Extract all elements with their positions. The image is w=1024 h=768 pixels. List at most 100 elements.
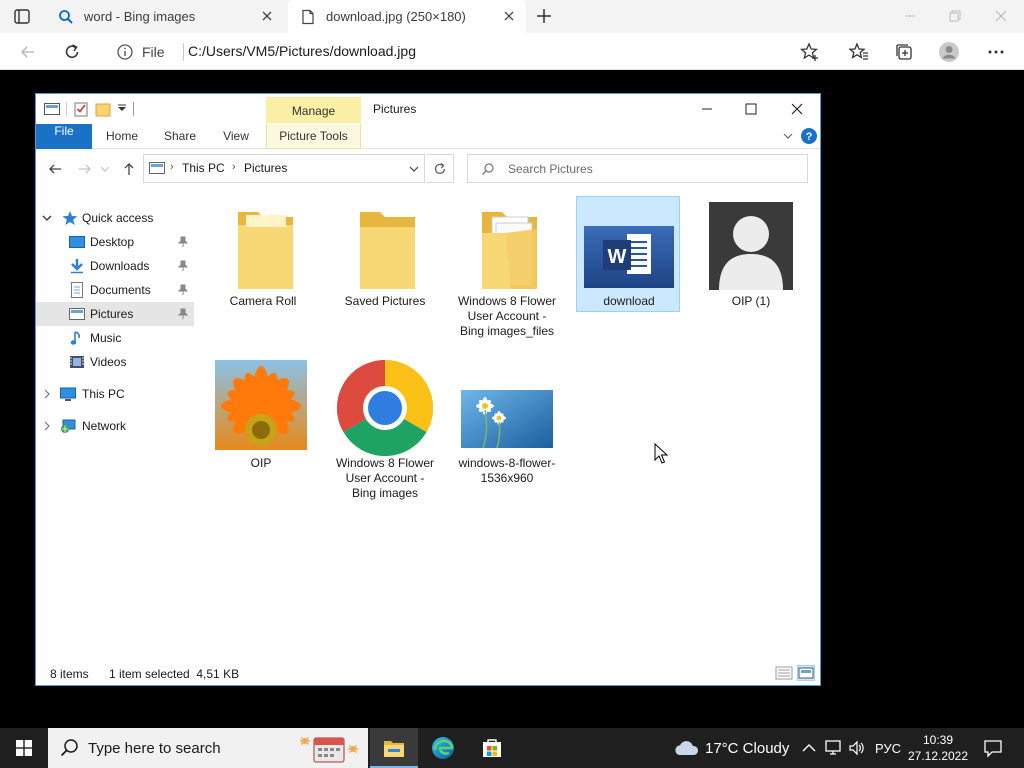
details-view-icon[interactable] xyxy=(775,665,793,681)
collections-icon[interactable] xyxy=(893,41,915,63)
taskbar-file-explorer[interactable] xyxy=(370,728,418,768)
refresh-button[interactable] xyxy=(426,154,454,183)
breadcrumb-pictures[interactable]: Pictures xyxy=(244,161,287,175)
close-icon[interactable] xyxy=(789,101,805,117)
file-item-oip[interactable]: OIP xyxy=(209,360,313,470)
file-item-windows-8-flower[interactable]: windows-8-flower-1536x960 xyxy=(455,360,559,490)
manage-tab[interactable]: Manage xyxy=(266,97,361,123)
search-input[interactable]: Search Pictures xyxy=(467,154,808,183)
input-language[interactable]: РУС xyxy=(875,741,901,756)
up-arrow-icon[interactable] xyxy=(121,161,137,177)
minimize-icon[interactable] xyxy=(699,101,715,117)
search-icon xyxy=(481,162,495,176)
new-folder-icon[interactable] xyxy=(95,101,111,117)
notifications-icon[interactable] xyxy=(983,738,1003,758)
back-arrow-icon[interactable] xyxy=(47,161,63,177)
file-item-camera-roll[interactable]: Camera Roll xyxy=(211,198,315,308)
chevron-down-icon[interactable] xyxy=(782,130,794,142)
chevron-down-icon[interactable] xyxy=(408,163,420,175)
star-icon xyxy=(62,210,78,226)
window-menu-icon[interactable] xyxy=(44,102,60,116)
help-icon[interactable]: ? xyxy=(801,128,817,144)
sidebar-item-desktop[interactable]: Desktop xyxy=(36,230,194,254)
sidebar-item-network[interactable]: Network xyxy=(36,414,194,438)
close-icon[interactable] xyxy=(500,7,518,25)
tab-share[interactable]: Share xyxy=(156,124,204,149)
pin-icon[interactable] xyxy=(177,260,189,272)
close-icon[interactable] xyxy=(258,7,276,25)
tab-download-jpg[interactable]: download.jpg (250×180) xyxy=(288,0,526,33)
sidebar-item-this-pc[interactable]: This PC xyxy=(36,382,194,406)
window-title: Pictures xyxy=(373,102,417,116)
restore-icon[interactable] xyxy=(947,8,963,24)
videos-icon xyxy=(69,354,85,370)
profile-avatar-icon[interactable] xyxy=(938,41,960,63)
pin-icon[interactable] xyxy=(177,284,189,296)
address-bar-url[interactable]: C:/Users/VM5/Pictures/download.jpg xyxy=(188,43,416,59)
tab-view[interactable]: View xyxy=(214,124,258,149)
sidebar-item-videos[interactable]: Videos xyxy=(36,350,194,374)
back-arrow-icon[interactable] xyxy=(18,42,38,62)
sidebar-item-label: Music xyxy=(90,331,122,345)
weather-text[interactable]: 17°C Cloudy xyxy=(705,740,789,757)
properties-icon[interactable] xyxy=(73,101,89,117)
breadcrumb-chevron-icon: › xyxy=(232,161,236,173)
tab-bing-images[interactable]: word - Bing images xyxy=(46,0,284,33)
file-name: download xyxy=(603,294,655,308)
address-box[interactable]: › This PC › Pictures xyxy=(143,154,425,183)
tab-home[interactable]: Home xyxy=(98,124,146,149)
explorer-titlebar: Manage Pictures xyxy=(36,94,820,124)
taskbar-edge[interactable] xyxy=(419,728,467,768)
desktop-icon xyxy=(69,234,85,250)
tab-file[interactable]: File xyxy=(36,124,92,149)
forward-arrow-icon[interactable] xyxy=(77,161,93,177)
mouse-cursor-icon xyxy=(654,442,669,465)
chevron-up-icon[interactable] xyxy=(800,739,818,757)
search-placeholder: Search Pictures xyxy=(508,162,593,176)
chevron-right-icon[interactable] xyxy=(42,388,52,399)
chevron-down-icon[interactable] xyxy=(117,104,127,114)
cloud-weather-icon[interactable] xyxy=(673,739,699,757)
network-tray-icon[interactable] xyxy=(824,739,842,757)
pin-icon[interactable] xyxy=(177,236,189,248)
large-icons-view-icon[interactable] xyxy=(797,665,815,681)
daisy-image xyxy=(455,390,559,449)
sidebar-item-pictures[interactable]: Pictures xyxy=(36,302,194,326)
sidebar-item-downloads[interactable]: Downloads xyxy=(36,254,194,278)
pin-icon[interactable] xyxy=(177,308,189,320)
start-button[interactable] xyxy=(0,728,48,768)
taskbar-store[interactable] xyxy=(468,728,516,768)
tab-actions-icon[interactable] xyxy=(12,7,34,27)
file-name: windows-8-flower-1536x960 xyxy=(458,456,556,485)
folder-icon xyxy=(211,203,315,293)
system-clock[interactable]: 10:39 27.12.2022 xyxy=(902,732,974,764)
quick-access-toolbar xyxy=(44,100,134,118)
breadcrumb-this-pc[interactable]: This PC xyxy=(182,161,225,175)
sidebar-item-label: Desktop xyxy=(90,235,135,249)
recent-locations-chevron-icon[interactable] xyxy=(99,161,111,177)
file-item-download[interactable]: W download xyxy=(576,196,680,312)
chevron-down-icon[interactable] xyxy=(42,212,52,222)
more-options-icon[interactable] xyxy=(985,41,1007,63)
maximize-icon[interactable] xyxy=(743,101,759,117)
new-tab-plus-icon[interactable] xyxy=(534,6,554,26)
taskbar-search-input[interactable]: Type here to search xyxy=(48,728,368,768)
file-item-saved-pictures[interactable]: Saved Pictures xyxy=(333,198,437,308)
sidebar-item-music[interactable]: Music xyxy=(36,326,194,350)
minimize-icon[interactable] xyxy=(902,8,918,24)
file-item-bing-images-html[interactable]: Windows 8 Flower User Account - Bing ima… xyxy=(333,360,437,520)
close-window-icon[interactable] xyxy=(993,8,1009,24)
site-info-button[interactable]: File xyxy=(116,42,184,62)
refresh-icon[interactable] xyxy=(62,42,82,62)
file-item-oip-1[interactable]: OIP (1) xyxy=(699,198,803,308)
file-item-bing-images-files[interactable]: Windows 8 Flower User Account - Bing ima… xyxy=(455,198,559,354)
chevron-right-icon[interactable] xyxy=(42,420,52,431)
tab-picture-tools[interactable]: Picture Tools xyxy=(266,124,361,149)
sidebar-item-quick-access[interactable]: Quick access xyxy=(36,206,194,230)
favorites-icon[interactable] xyxy=(848,41,870,63)
volume-icon[interactable] xyxy=(848,739,866,757)
add-favorite-icon[interactable] xyxy=(799,41,821,63)
edge-icon xyxy=(432,737,454,759)
sidebar-item-label: Downloads xyxy=(90,259,150,273)
sidebar-item-documents[interactable]: Documents xyxy=(36,278,194,302)
